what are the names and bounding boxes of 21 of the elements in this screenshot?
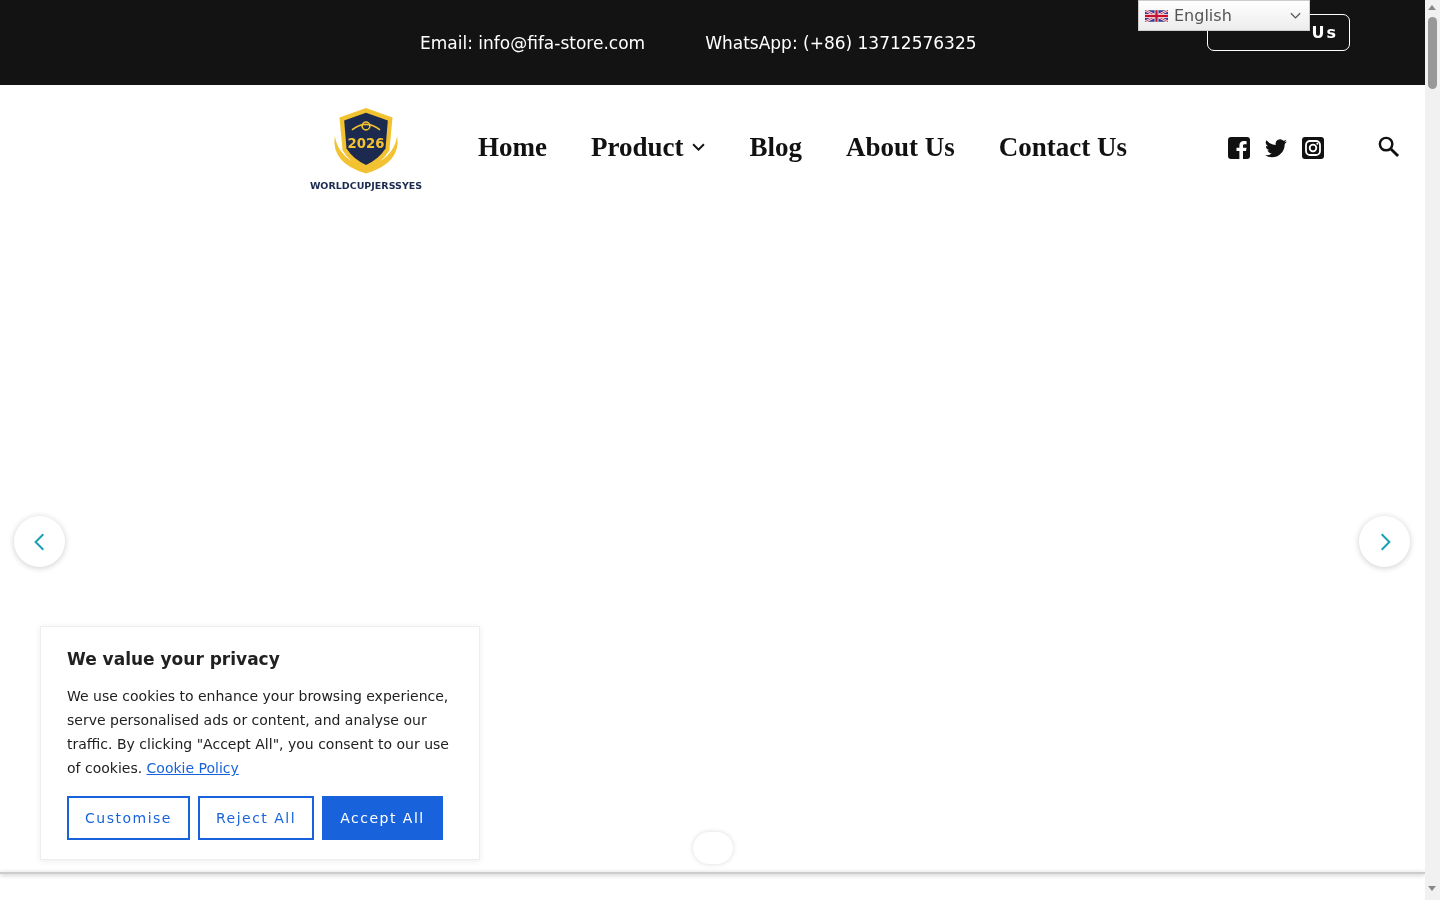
- nav-link[interactable]: Home: [478, 132, 547, 163]
- flag-icon: [1145, 7, 1168, 24]
- email-text: Email: info@fifa-store.com: [420, 32, 646, 53]
- chevron-icon: [1290, 11, 1301, 20]
- nav-link[interactable]: Product: [591, 132, 706, 163]
- accept-button[interactable]: Accept All: [322, 796, 443, 840]
- scrollbar[interactable]: [1425, 0, 1440, 900]
- cookie-policy-link[interactable]: Cookie Policy: [146, 760, 239, 776]
- banner-text: We use cookies to enhance your browsing experience, serve personalised ads or content, and analyse our traffic. By clicking "Accept All", you consent to our use of cookies. Cookie Policy: [67, 687, 450, 778]
- cookie-button[interactable]: Customise: [67, 796, 190, 840]
- logo[interactable]: 2026 WORLDCUPJERSSYES: [310, 104, 422, 191]
- nav-link[interactable]: About Us: [846, 132, 955, 163]
- nav-link[interactable]: Contact Us: [998, 132, 1128, 163]
- facebook-icon[interactable]: [1227, 135, 1251, 160]
- whatsapp-text: WhatsApp: (+86) 13712576325: [705, 32, 977, 53]
- nav-link[interactable]: Blog: [749, 132, 802, 163]
- search-icon[interactable]: [1377, 134, 1400, 158]
- cookie-button[interactable]: Reject All: [197, 796, 315, 840]
- language-menu[interactable]: English: [1138, 0, 1310, 31]
- banner-title: We value your privacy: [67, 649, 281, 669]
- instagram-icon[interactable]: [1301, 135, 1325, 160]
